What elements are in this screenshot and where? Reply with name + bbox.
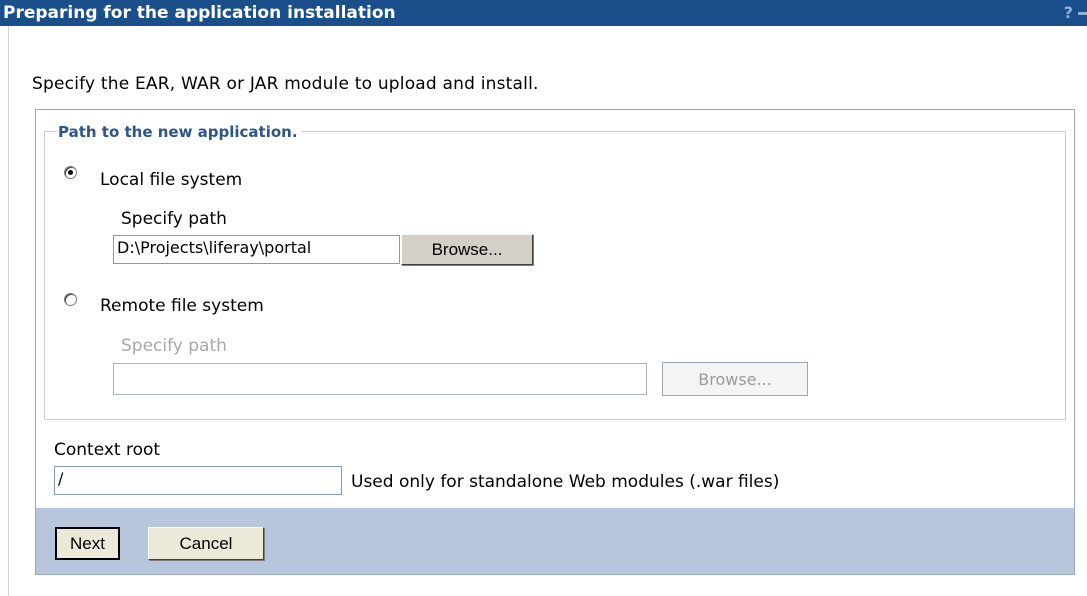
remote-path-input[interactable] bbox=[113, 363, 647, 395]
local-path-input[interactable]: D:\Projects\liferay\portal bbox=[113, 235, 400, 264]
remote-file-system-label: Remote file system bbox=[100, 296, 264, 316]
remote-file-system-radio[interactable] bbox=[64, 293, 77, 306]
help-icon[interactable]: ? bbox=[1064, 0, 1073, 26]
remote-specify-path-label: Specify path bbox=[121, 336, 227, 356]
context-root-input[interactable]: / bbox=[54, 466, 342, 495]
window-title: Preparing for the application installati… bbox=[3, 3, 396, 23]
path-fieldset-legend: Path to the new application. bbox=[57, 121, 302, 143]
local-specify-path-label: Specify path bbox=[121, 209, 227, 229]
remote-browse-button[interactable]: Browse... bbox=[662, 362, 808, 396]
minimize-icon[interactable] bbox=[1078, 12, 1087, 15]
next-button[interactable]: Next bbox=[55, 527, 120, 560]
left-border bbox=[8, 26, 9, 596]
radio-selected-dot bbox=[68, 170, 73, 175]
title-bar: Preparing for the application installati… bbox=[0, 0, 1087, 26]
intro-text: Specify the EAR, WAR or JAR module to up… bbox=[32, 74, 539, 94]
cancel-button[interactable]: Cancel bbox=[148, 527, 264, 560]
local-file-system-radio[interactable] bbox=[64, 166, 77, 179]
context-root-hint: Used only for standalone Web modules (.w… bbox=[351, 472, 780, 492]
context-root-label: Context root bbox=[54, 440, 161, 460]
local-browse-button[interactable]: Browse... bbox=[401, 234, 533, 265]
local-file-system-label: Local file system bbox=[100, 170, 243, 190]
